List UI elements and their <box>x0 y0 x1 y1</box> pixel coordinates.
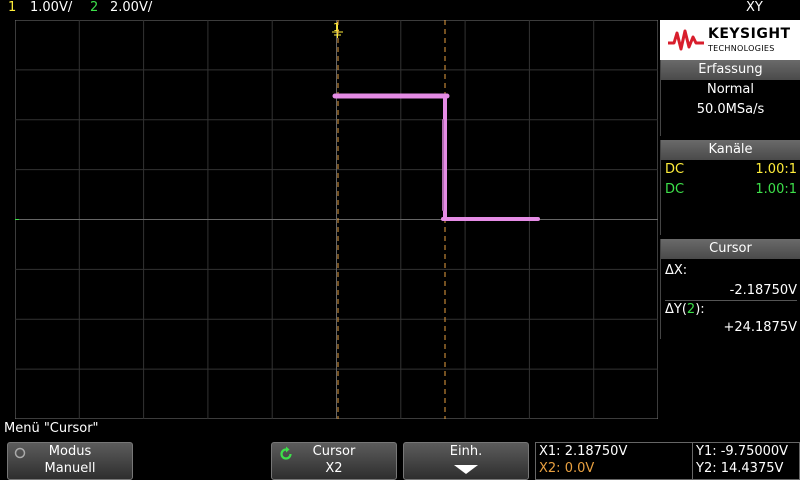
softkey-mode-value: Manuell <box>44 461 96 476</box>
delta-x-value: -2.18750V <box>729 283 797 298</box>
delta-y-prefix: ΔY( <box>665 302 687 317</box>
readout-y1: Y1: -9.75000V <box>696 444 789 459</box>
ch2-coupling: DC <box>665 182 685 197</box>
ch1-number: 1 <box>8 0 17 15</box>
softkey-units-label: Einh. <box>449 444 483 459</box>
ch1-probe: 1.00:1 <box>755 162 797 177</box>
softkey-units[interactable]: Einh. <box>403 442 529 480</box>
softkey-mode[interactable]: Modus Manuell <box>7 442 133 480</box>
delta-y-label: ΔY(2): <box>665 302 797 317</box>
delta-y-suffix: ): <box>695 302 705 317</box>
divider <box>665 300 797 301</box>
logo-sub: TECHNOLOGIES <box>708 44 775 53</box>
status-bar: 1 1.00V/ 2 2.00V/ XY <box>0 0 800 18</box>
channels-panel: Kanäle DC 1.00:1 DC 1.00:1 <box>660 140 800 235</box>
submenu-arrow-down-icon <box>454 465 478 474</box>
delta-y-channel: 2 <box>686 302 696 317</box>
menu-title: Menü "Cursor" <box>4 421 99 436</box>
channel-1-row[interactable]: DC 1.00:1 <box>665 162 797 177</box>
keysight-wave-icon <box>668 29 704 51</box>
acquisition-header: Erfassung <box>661 60 800 80</box>
acquisition-panel: Erfassung Normal 50.0MSa/s <box>660 60 800 136</box>
channels-header: Kanäle <box>661 140 800 160</box>
xy-display[interactable]: 1 2 <box>15 20 658 419</box>
ch2-number: 2 <box>90 0 99 15</box>
readout-x2: X2: 0.0V <box>539 461 595 476</box>
softkey-cursor-value: X2 <box>325 461 343 476</box>
ch1-coupling: DC <box>665 162 685 177</box>
delta-x-label: ΔX: <box>665 263 688 278</box>
softkey-cursor-label: Cursor <box>312 444 356 459</box>
readout-y2: Y2: 14.4375V <box>696 461 784 476</box>
delta-y-value: +24.1875V <box>723 320 797 335</box>
cursor-header: Cursor <box>661 239 800 259</box>
ch2-scale: 2.00V/ <box>110 0 153 15</box>
ch1-scale: 1.00V/ <box>30 0 73 15</box>
keysight-logo: KEYSIGHT TECHNOLOGIES <box>660 20 800 60</box>
readout-divider <box>692 443 693 479</box>
channel-2-row[interactable]: DC 1.00:1 <box>665 182 797 197</box>
softkey-mode-label: Modus <box>48 444 92 459</box>
sample-rate: 50.0MSa/s <box>696 102 765 117</box>
cursor-readout: X1: 2.18750V X2: 0.0V Y1: -9.75000V Y2: … <box>535 442 800 480</box>
readout-x1: X1: 2.18750V <box>539 444 628 459</box>
softkey-cursor[interactable]: Cursor X2 <box>271 442 397 480</box>
ch2-probe: 1.00:1 <box>755 182 797 197</box>
display-mode: XY <box>746 0 763 15</box>
logo-brand: KEYSIGHT <box>708 26 791 42</box>
cursor-info-panel: Cursor ΔX: -2.18750V ΔY(2): +24.1875V <box>660 239 800 339</box>
acquisition-mode: Normal <box>706 82 755 97</box>
